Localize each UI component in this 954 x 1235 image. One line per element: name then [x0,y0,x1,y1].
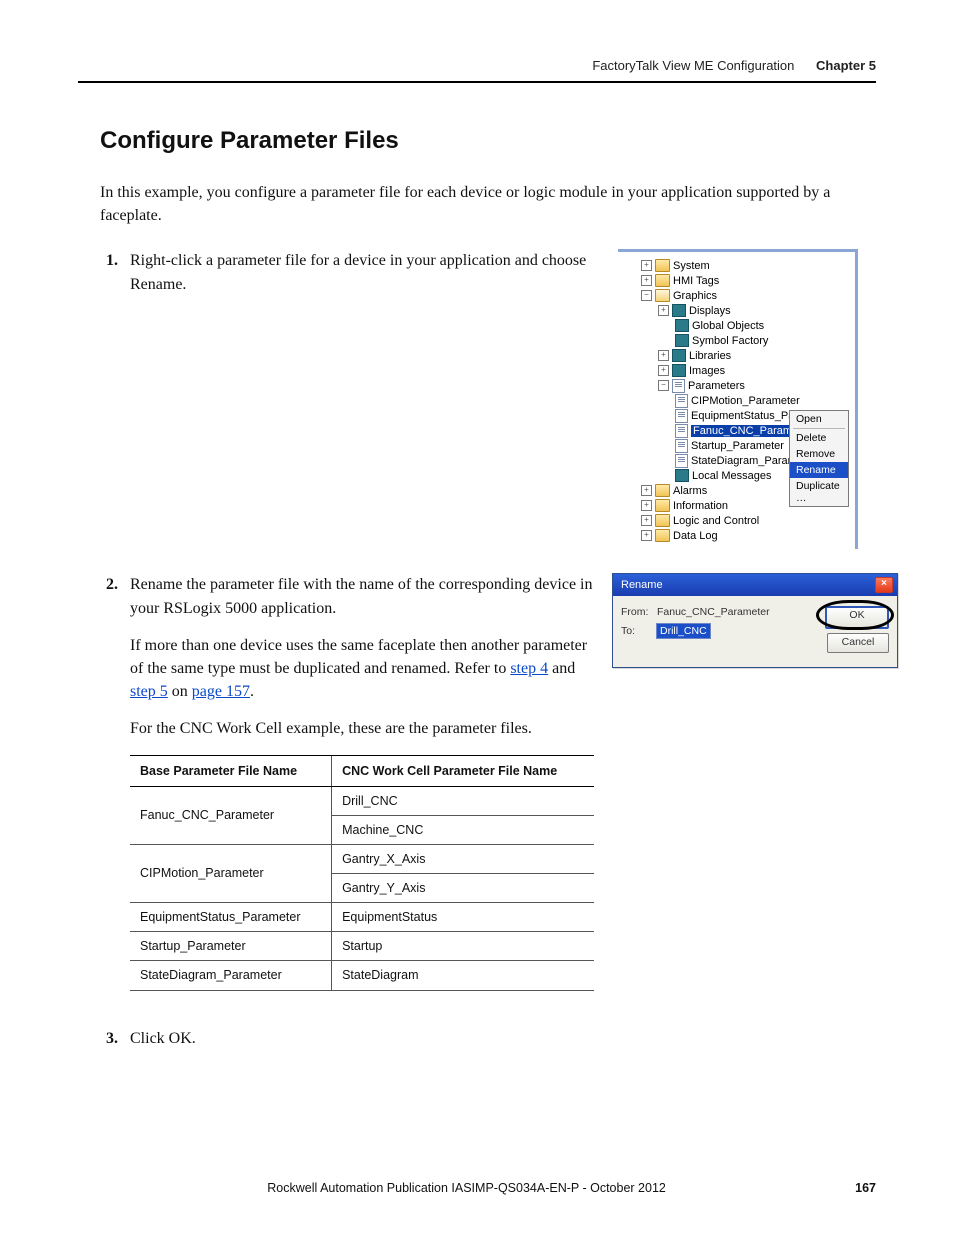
folder-icon [655,274,670,287]
param-file-icon [675,394,688,408]
display-group-icon [672,304,686,317]
folder-icon [655,529,670,542]
table-header-cnc: CNC Work Cell Parameter File Name [332,755,594,786]
expand-icon[interactable]: + [658,350,669,361]
tree-item-alarms[interactable]: Alarms [673,485,707,497]
display-group-icon [672,349,686,362]
tree-item-information[interactable]: Information [673,500,728,512]
tree-item-parameters[interactable]: Parameters [688,380,745,392]
chapter-title: FactoryTalk View ME Configuration [592,58,794,73]
expand-icon[interactable]: + [658,365,669,376]
link-page-157[interactable]: page 157 [192,683,250,700]
menu-remove[interactable]: Remove [790,446,848,462]
table-row: Fanuc_CNC_Parameter Drill_CNC [130,786,594,815]
folder-icon [655,514,670,527]
menu-separator [793,428,845,429]
from-label: From: [621,606,649,618]
step-3-text: Click OK. [130,1027,876,1050]
expand-icon[interactable]: + [641,515,652,526]
image-group-icon [672,364,686,377]
rename-dialog: Rename × From: Fanuc_CNC_Parameter To: [612,573,898,668]
folder-icon [655,484,670,497]
step-2-p3: For the CNC Work Cell example, these are… [130,717,594,740]
tree-item-displays[interactable]: Displays [689,305,731,317]
step-2-p2: If more than one device uses the same fa… [130,634,594,704]
table-header-base: Base Parameter File Name [130,755,332,786]
param-file-icon [675,424,688,438]
expand-icon[interactable]: + [641,260,652,271]
from-value: Fanuc_CNC_Parameter [657,606,815,618]
cancel-button[interactable]: Cancel [827,633,889,653]
running-header: FactoryTalk View ME Configuration Chapte… [78,58,876,83]
tree-item-hmi[interactable]: HMI Tags [673,275,719,287]
collapse-icon[interactable]: − [641,290,652,301]
tree-item-system[interactable]: System [673,260,710,272]
link-step-4[interactable]: step 4 [510,660,548,677]
section-title: Configure Parameter Files [100,127,876,155]
expand-icon[interactable]: + [641,485,652,496]
collapse-icon[interactable]: − [658,380,669,391]
tree-view-screenshot: + System + HMI Tags − Graphics + Displays Gl… [618,249,858,549]
step-number: 3. [100,1027,118,1050]
display-icon [675,319,689,332]
step-1-text: Right-click a parameter file for a devic… [130,249,600,295]
tree-item-local-msgs[interactable]: Local Messages [692,470,772,482]
step-number: 2. [100,573,118,990]
chapter-label: Chapter 5 [816,58,876,73]
tree-item-libraries[interactable]: Libraries [689,350,731,362]
to-label: To: [621,625,649,637]
menu-open[interactable]: Open [790,411,848,427]
menu-rename[interactable]: Rename [790,462,848,478]
table-row: StateDiagram_Parameter StateDiagram [130,961,594,990]
step-2-p1: Rename the parameter file with the name … [130,573,594,619]
table-row: CIPMotion_Parameter Gantry_X_Axis [130,844,594,873]
expand-icon[interactable]: + [641,500,652,511]
tree-item-cip[interactable]: CIPMotion_Parameter [691,395,800,407]
local-msgs-icon [675,469,689,482]
param-file-icon [675,454,688,468]
intro-paragraph: In this example, you configure a paramet… [100,181,876,227]
tree-item-images[interactable]: Images [689,365,725,377]
table-row: Startup_Parameter Startup [130,932,594,961]
tree-item-logic[interactable]: Logic and Control [673,515,759,527]
param-file-icon [675,439,688,453]
to-input[interactable]: Drill_CNC [657,624,710,638]
folder-icon [655,259,670,272]
menu-delete[interactable]: Delete [790,430,848,446]
param-file-icon [675,409,688,423]
expand-icon[interactable]: + [641,275,652,286]
param-group-icon [672,379,685,393]
page-number: 167 [855,1181,876,1195]
folder-open-icon [655,289,670,302]
context-menu: Open Delete Remove Rename Duplicate … [789,410,849,507]
folder-icon [655,499,670,512]
link-step-5[interactable]: step 5 [130,683,168,700]
tree-item-symbol-factory[interactable]: Symbol Factory [692,335,768,347]
expand-icon[interactable]: + [641,530,652,541]
parameter-table: Base Parameter File Name CNC Work Cell P… [130,755,594,991]
publication-date: October 2012 [590,1181,666,1195]
step-number: 1. [100,249,118,295]
close-icon[interactable]: × [875,577,893,593]
symbol-icon [675,334,689,347]
menu-duplicate[interactable]: Duplicate … [790,478,848,506]
table-row: EquipmentStatus_Parameter EquipmentStatu… [130,903,594,932]
ok-button[interactable]: OK [825,606,889,629]
dialog-title: Rename [621,579,663,591]
page-footer: Rockwell Automation Publication IASIMP-Q… [78,1181,876,1195]
tree-item-startup[interactable]: Startup_Parameter [691,440,784,452]
tree-item-global-objects[interactable]: Global Objects [692,320,764,332]
expand-icon[interactable]: + [658,305,669,316]
publication-id: Rockwell Automation Publication IASIMP-Q… [267,1181,590,1195]
tree-item-datalog[interactable]: Data Log [673,530,718,542]
tree-item-graphics[interactable]: Graphics [673,290,717,302]
